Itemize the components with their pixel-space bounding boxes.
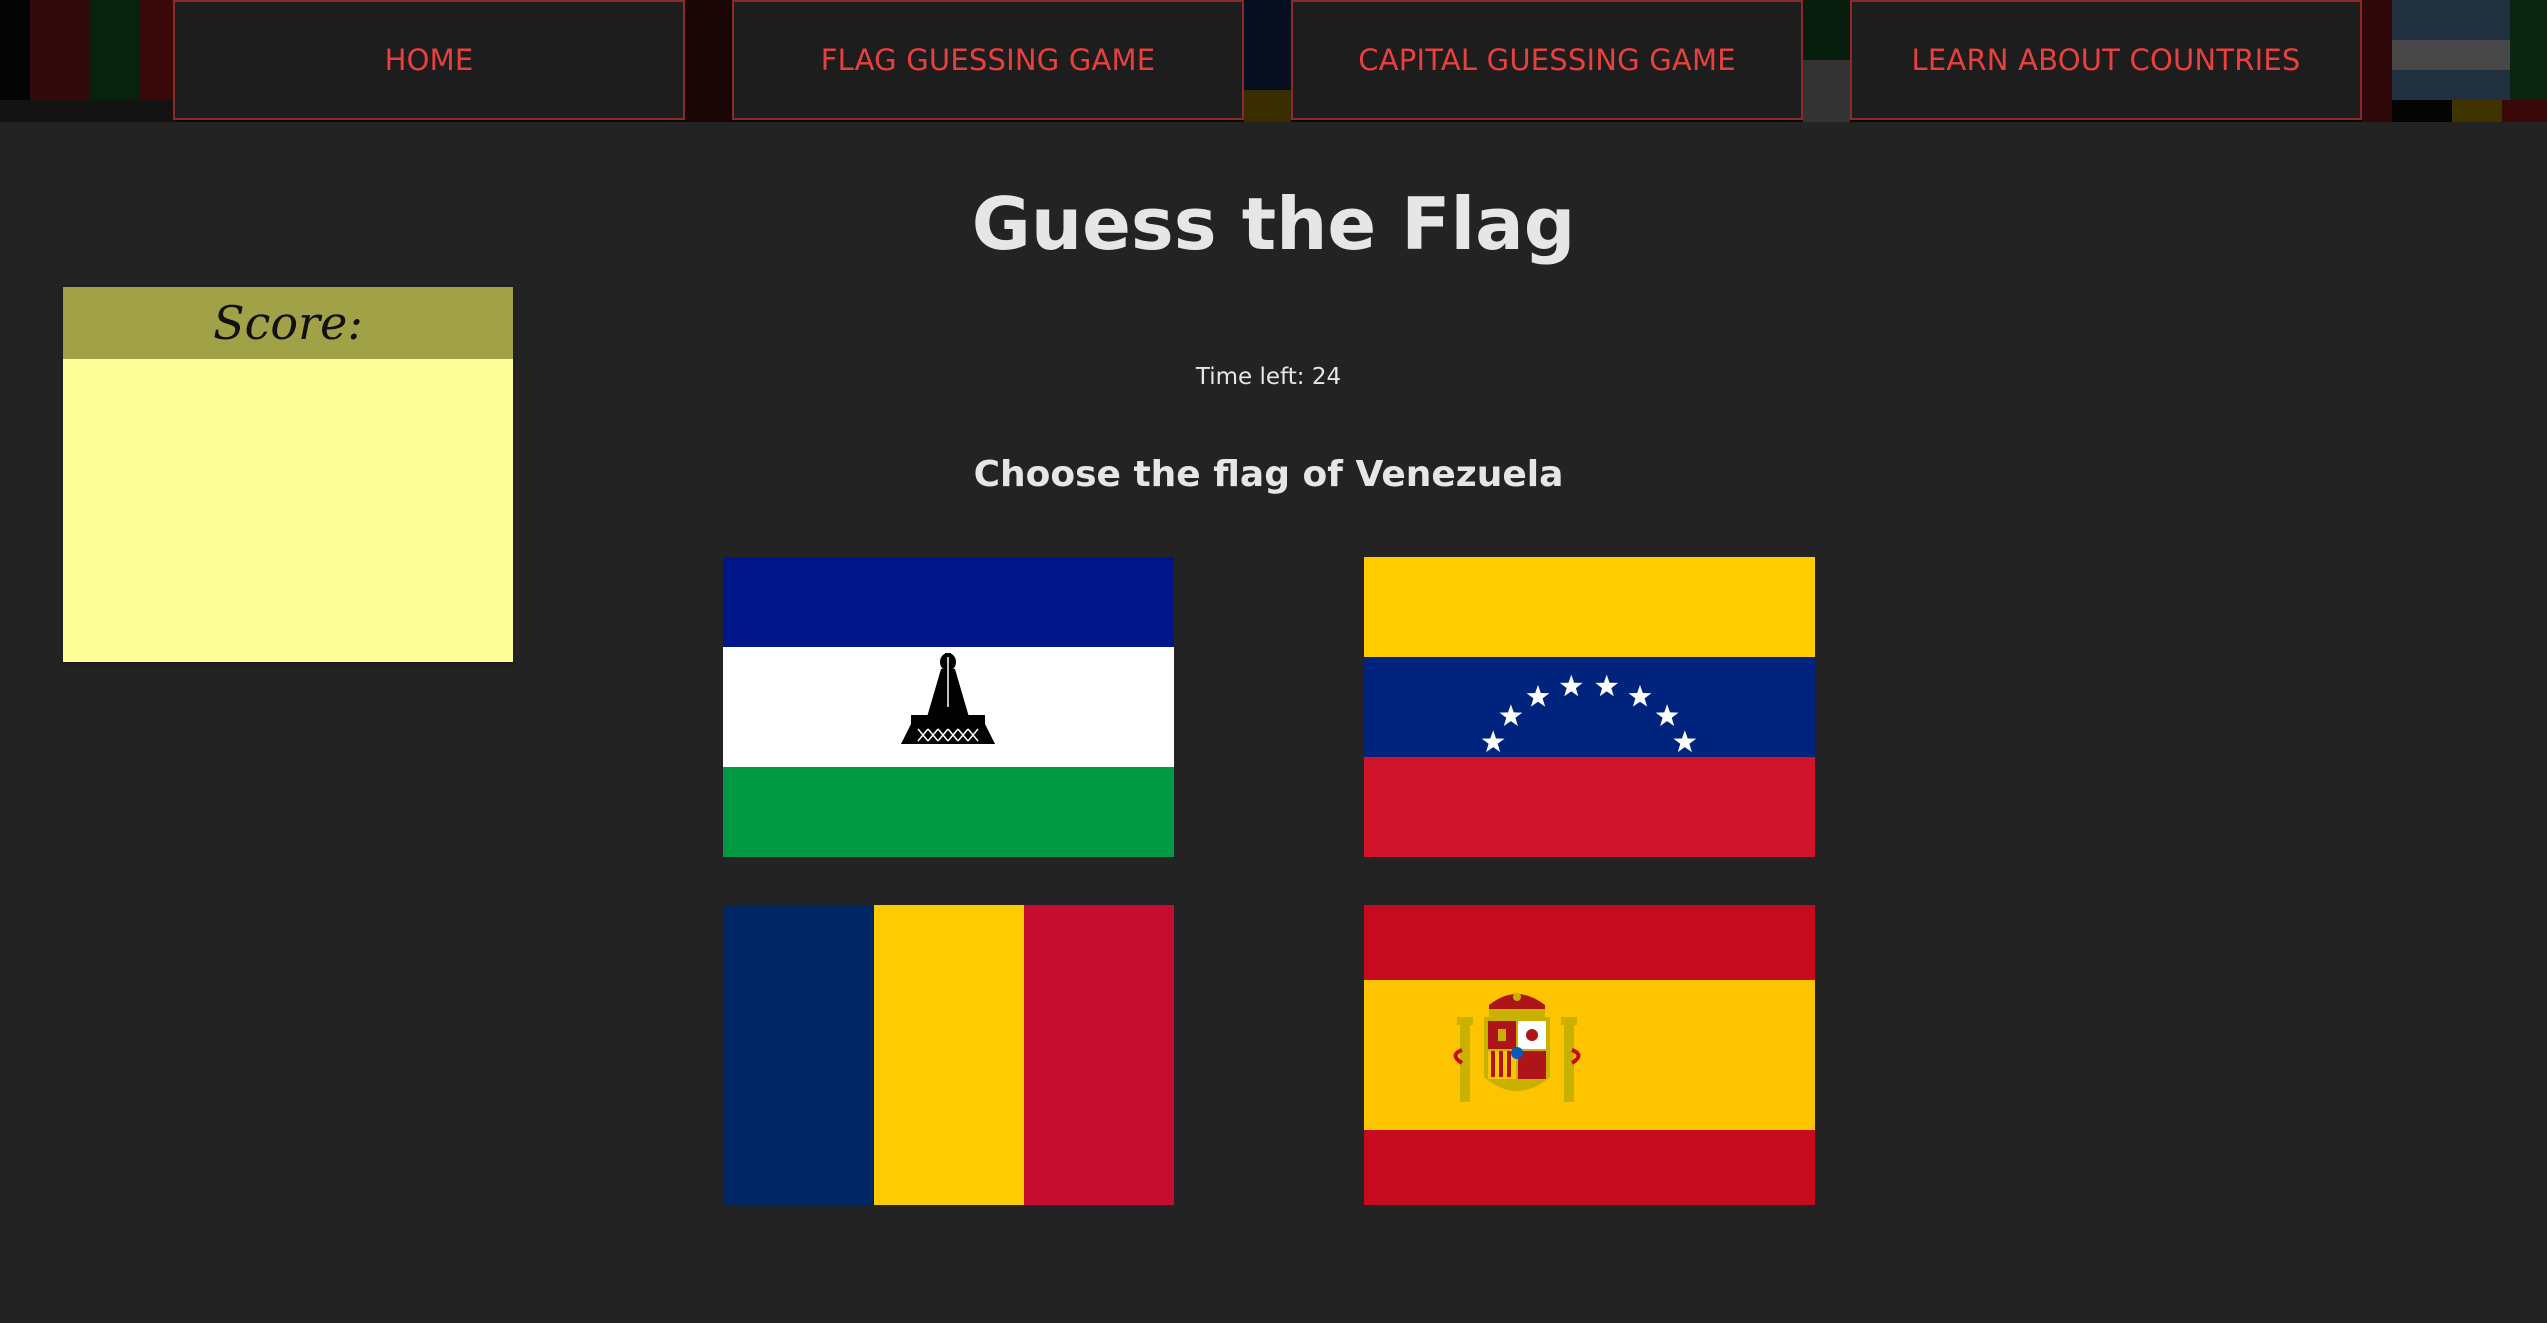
chad-flag-icon (723, 905, 1174, 1205)
lesotho-flag-icon (723, 557, 1174, 857)
page-title: Guess the Flag (971, 182, 1576, 266)
nav-flag-game-button[interactable]: FLAG GUESSING GAME (732, 0, 1244, 120)
nav-learn-countries-button[interactable]: LEARN ABOUT COUNTRIES (1850, 0, 2362, 120)
flag-option-1[interactable] (723, 557, 1174, 857)
spain-flag-icon (1364, 905, 1815, 1205)
flag-option-3[interactable] (723, 905, 1174, 1205)
nav-home-button[interactable]: HOME (173, 0, 685, 120)
flag-option-4[interactable] (1364, 905, 1815, 1205)
score-label: Score: (63, 287, 513, 359)
flag-option-2[interactable] (1364, 557, 1815, 857)
score-panel: Score: (63, 287, 513, 662)
nav-capital-game-button[interactable]: CAPITAL GUESSING GAME (1291, 0, 1803, 120)
flag-game-page: HOME FLAG GUESSING GAME CAPITAL GUESSING… (0, 0, 2547, 1323)
venezuela-flag-icon (1364, 557, 1815, 857)
